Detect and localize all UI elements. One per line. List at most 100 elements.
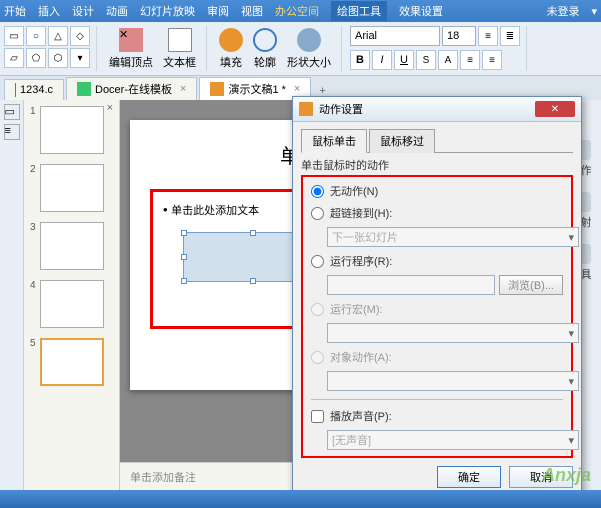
sound-combo[interactable]: [无声音]▾ — [327, 430, 579, 450]
ribbon-group-font: ≡ ≣ B I U S A ≡ ≡ — [350, 26, 527, 71]
word-icon — [15, 83, 16, 97]
menu-review[interactable]: 审阅 — [207, 3, 229, 19]
radio-none[interactable] — [311, 185, 324, 198]
dialog-buttons: 确定 取消 — [301, 466, 573, 488]
options-red-highlight: 无动作(N) 超链接到(H): 下一张幻灯片▾ 运行程序(R): 浏览(B)..… — [301, 175, 573, 458]
sound-row: 播放声音(P): — [311, 408, 563, 424]
italic-button[interactable]: I — [372, 50, 392, 70]
browse-button[interactable]: 浏览(B)... — [499, 275, 563, 295]
menu-view[interactable]: 视图 — [241, 3, 263, 19]
thumb-3[interactable]: 3 — [30, 222, 113, 270]
section-label: 单击鼠标时的动作 — [301, 157, 573, 173]
font-grow-button[interactable]: A — [438, 50, 458, 70]
menu-slideshow[interactable]: 幻灯片放映 — [140, 3, 195, 19]
taskbar[interactable] — [0, 490, 601, 508]
close-icon[interactable]: × — [180, 83, 186, 95]
menu-insert[interactable]: 插入 — [38, 3, 60, 19]
radio-object-label: 对象动作(A): — [330, 349, 392, 365]
radio-none-label: 无动作(N) — [330, 183, 378, 199]
tab-home[interactable]: 1234.c — [4, 79, 64, 100]
edit-vertex-button[interactable]: ✕ 编辑顶点 — [105, 26, 157, 72]
outline-icon[interactable]: ▭ — [4, 104, 20, 120]
opt-object-row: 对象动作(A): — [311, 349, 563, 365]
checkbox-sound[interactable] — [311, 410, 324, 423]
watermark: Anxja — [542, 465, 591, 486]
tab-docer[interactable]: Docer-在线模板 × — [66, 77, 197, 100]
chevron-down-icon: ▾ — [568, 231, 574, 244]
action-settings-dialog: 动作设置 ✕ 鼠标单击 鼠标移过 单击鼠标时的动作 无动作(N) 超链接到(H)… — [292, 96, 582, 499]
radio-run[interactable] — [311, 255, 324, 268]
bold-button[interactable]: B — [350, 50, 370, 70]
run-path-input[interactable] — [327, 275, 495, 295]
thumb-4[interactable]: 4 — [30, 280, 113, 328]
underline-button[interactable]: U — [394, 50, 414, 70]
menu-design[interactable]: 设计 — [72, 3, 94, 19]
shape-btn[interactable]: ▾ — [70, 48, 90, 68]
shape-btn[interactable]: ▭ — [4, 26, 24, 46]
ppt-icon — [299, 102, 313, 116]
chevron-down-icon: ▾ — [568, 434, 574, 447]
font-size-select[interactable] — [442, 26, 476, 46]
menu-drawtools[interactable]: 绘图工具 — [331, 1, 387, 21]
textbox-button[interactable]: 文本框 — [159, 26, 200, 72]
shape-size-button[interactable]: 形状大小 — [283, 26, 335, 72]
menu-office[interactable]: 办公空间 — [275, 3, 319, 19]
menu-login[interactable]: 未登录 — [546, 3, 579, 19]
outline-bar: ▭ ≡ — [0, 100, 24, 490]
shape-btn[interactable]: ◇ — [70, 26, 90, 46]
shape-btn[interactable]: ○ — [26, 26, 46, 46]
radio-run-label: 运行程序(R): — [330, 253, 392, 269]
ribbon-group-style: 填充 轮廓 形状大小 — [215, 26, 342, 71]
radio-macro-label: 运行宏(M): — [330, 301, 383, 317]
close-button[interactable]: ✕ — [535, 101, 575, 117]
checkbox-sound-label: 播放声音(P): — [330, 408, 392, 424]
dialog-titlebar[interactable]: 动作设置 ✕ — [293, 97, 581, 122]
align-button[interactable]: ≡ — [460, 50, 480, 70]
ribbon: ▭ ○ △ ◇ ▱ ⬠ ⬡ ▾ ✕ 编辑顶点 文本框 — [0, 22, 601, 76]
radio-hyperlink[interactable] — [311, 207, 324, 220]
docer-icon — [77, 82, 91, 96]
menu-bar: 开始 插入 设计 动画 幻灯片放映 审阅 视图 办公空间 绘图工具 效果设置 未… — [0, 0, 601, 22]
radio-hyperlink-label: 超链接到(H): — [330, 205, 392, 221]
menu-anim[interactable]: 动画 — [106, 3, 128, 19]
outline-button[interactable]: 轮廓 — [249, 26, 281, 72]
dialog-body: 鼠标单击 鼠标移过 单击鼠标时的动作 无动作(N) 超链接到(H): 下一张幻灯… — [293, 122, 581, 498]
thumb-5[interactable]: 5 — [30, 338, 113, 386]
shape-btn[interactable]: △ — [48, 26, 68, 46]
menu-dropdown-icon[interactable]: ▾ — [591, 5, 597, 18]
align-button[interactable]: ≡ — [482, 50, 502, 70]
ribbon-group-shapes: ▭ ○ △ ◇ ▱ ⬠ ⬡ ▾ — [4, 26, 97, 71]
opt-macro-row: 运行宏(M): — [311, 301, 563, 317]
close-panel-icon[interactable]: × — [107, 102, 113, 114]
dialog-tabs: 鼠标单击 鼠标移过 — [301, 128, 573, 153]
shape-btn[interactable]: ⬡ — [48, 48, 68, 68]
radio-object — [311, 351, 324, 364]
thumb-1[interactable]: 1 — [30, 106, 113, 154]
list-icon[interactable]: ≣ — [500, 26, 520, 46]
tab-mouse-over[interactable]: 鼠标移过 — [369, 129, 435, 153]
menu-start[interactable]: 开始 — [4, 3, 26, 19]
slide-thumbnails: × 1 2 3 4 5 — [24, 100, 120, 490]
opt-hyperlink-row: 超链接到(H): — [311, 205, 563, 221]
ribbon-group-edit: ✕ 编辑顶点 文本框 — [105, 26, 207, 71]
macro-combo: ▾ — [327, 323, 579, 343]
thumb-2[interactable]: 2 — [30, 164, 113, 212]
hyperlink-combo[interactable]: 下一张幻灯片▾ — [327, 227, 579, 247]
shape-btn[interactable]: ⬠ — [26, 48, 46, 68]
ok-button[interactable]: 确定 — [437, 466, 501, 488]
font-name-select[interactable] — [350, 26, 440, 46]
ppt-icon — [210, 82, 224, 96]
fill-button[interactable]: 填充 — [215, 26, 247, 72]
strike-button[interactable]: S — [416, 50, 436, 70]
opt-none-row: 无动作(N) — [311, 183, 563, 199]
outline-icon[interactable]: ≡ — [4, 124, 20, 140]
object-combo: ▾ — [327, 371, 579, 391]
close-icon[interactable]: × — [294, 83, 300, 95]
opt-run-row: 运行程序(R): — [311, 253, 563, 269]
radio-macro — [311, 303, 324, 316]
dialog-title: 动作设置 — [319, 101, 363, 117]
shape-btn[interactable]: ▱ — [4, 48, 24, 68]
menu-effects[interactable]: 效果设置 — [399, 3, 443, 19]
tab-mouse-click[interactable]: 鼠标单击 — [301, 129, 367, 153]
list-icon[interactable]: ≡ — [478, 26, 498, 46]
